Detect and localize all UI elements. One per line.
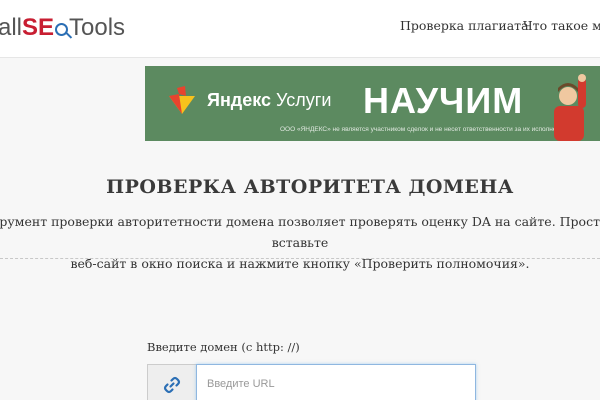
banner-disclaimer: ООО «ЯНДЕКС» не является участником сдел… — [280, 126, 568, 133]
banner-brand: Яндекс Услуги — [207, 90, 331, 111]
logo-seo: SE — [22, 14, 55, 41]
banner-child-illustration-icon — [554, 74, 586, 141]
logo-suffix: Tools — [69, 14, 126, 41]
site-logo[interactable]: allSE Tools — [0, 14, 125, 42]
link-icon — [163, 376, 181, 394]
logo-prefix: all — [0, 14, 23, 41]
url-input-addon — [147, 364, 196, 400]
magnifier-icon — [55, 23, 69, 36]
url-input[interactable] — [196, 364, 476, 400]
description-line: веб-сайт в окно поиска и нажмите кнопку … — [70, 256, 530, 271]
nav-link-plagiarism-check[interactable]: Проверка плагиата — [400, 18, 529, 33]
page-description: трумент проверки авторитетности домена п… — [0, 211, 600, 274]
domain-input-label: Введите домен (с http: //) — [147, 340, 300, 354]
yandex-services-logo-icon — [169, 86, 195, 114]
top-navigation-bar: allSE Tools Проверка плагиата Что такое м… — [0, 0, 600, 58]
banner-brand-name: Яндекс — [207, 90, 272, 110]
advertisement-banner[interactable]: Яндекс Услуги НАУЧИМ ООО «ЯНДЕКС» не явл… — [145, 66, 600, 141]
banner-headline: НАУЧИМ — [363, 80, 524, 121]
page-title: ПРОВЕРКА АВТОРИТЕТА ДОМЕНА — [106, 176, 514, 198]
nav-link-what-is-my[interactable]: Что такое мой — [523, 18, 600, 33]
section-divider — [0, 258, 600, 259]
description-line: трумент проверки авторитетности домена п… — [0, 214, 600, 250]
banner-service: Услуги — [276, 90, 332, 110]
